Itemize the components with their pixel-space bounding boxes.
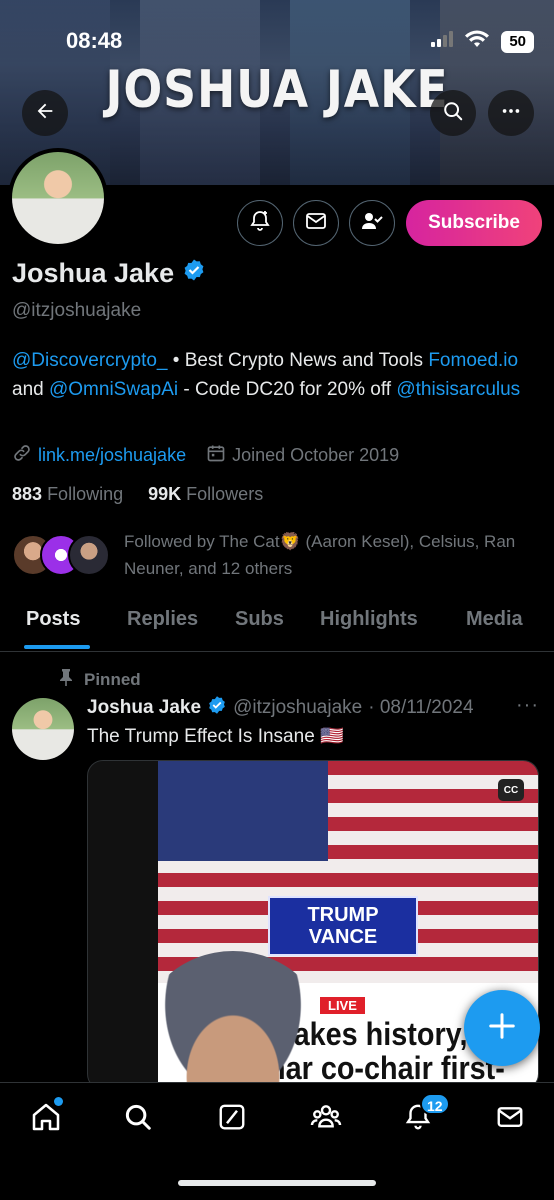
profile-avatar[interactable] — [8, 148, 108, 248]
followed-by-row[interactable]: Followed by The Cat🦁 (Aaron Kesel), Cels… — [12, 528, 524, 582]
home-icon — [30, 1101, 62, 1138]
status-bar: 08:48 50 — [0, 0, 554, 80]
live-badge: LIVE — [320, 997, 365, 1014]
joined-date: Joined October 2019 — [232, 445, 400, 465]
signal-icon — [431, 31, 454, 52]
profile-name: Joshua Jake — [12, 258, 175, 288]
post-more-button[interactable]: ··· — [516, 694, 539, 717]
nav-home[interactable] — [26, 1097, 66, 1139]
back-button[interactable] — [22, 90, 68, 136]
following-button[interactable] — [349, 200, 395, 246]
tab-replies[interactable]: Replies — [127, 608, 198, 631]
message-button[interactable] — [293, 200, 339, 246]
search-icon — [442, 100, 464, 127]
bio-mention-arculus[interactable]: @thisisarculus — [396, 379, 520, 400]
followers-label: Followers — [186, 484, 264, 504]
nav-notifications[interactable]: 12 — [398, 1093, 450, 1139]
pinned-label: Pinned — [84, 669, 141, 689]
arrow-left-icon — [34, 100, 56, 127]
closed-captions-button[interactable]: CC — [498, 779, 524, 801]
profile-handle: @itzjoshuajake — [12, 300, 142, 321]
user-check-icon — [360, 209, 384, 238]
profile-name-row: Joshua Jake — [12, 258, 206, 289]
nav-messages[interactable] — [490, 1099, 530, 1139]
podium-line-1: TRUMP — [307, 904, 379, 926]
bio-text: - Code DC20 for 20% off — [178, 379, 397, 400]
grok-icon — [217, 1102, 247, 1137]
following-stat[interactable]: 883 Following — [12, 484, 123, 504]
compose-button[interactable] — [464, 990, 540, 1066]
follow-stats: 883 Following 99K Followers — [12, 484, 263, 505]
plus-icon — [487, 1011, 517, 1046]
post-date: · 08/11/2024 — [368, 697, 474, 718]
post-text: The Trump Effect Is Insane 🇺🇸 — [87, 726, 344, 747]
wifi-icon — [465, 30, 490, 53]
podium-line-2: VANCE — [308, 926, 378, 948]
tab-highlights[interactable]: Highlights — [320, 608, 418, 631]
tab-posts[interactable]: Posts — [26, 608, 80, 631]
search-icon — [123, 1102, 153, 1137]
mail-icon — [304, 209, 328, 238]
home-indicator — [178, 1180, 376, 1186]
bio-mention-discovercrypto[interactable]: @Discovercrypto_ — [12, 350, 168, 371]
post-author-name[interactable]: Joshua Jake — [87, 697, 201, 719]
unread-dot — [54, 1097, 63, 1106]
verified-badge-icon — [207, 695, 227, 721]
bio-text: • Best Crypto News and Tools — [167, 350, 429, 371]
avatar-image — [12, 152, 104, 244]
followers-stat[interactable]: 99K Followers — [148, 484, 263, 504]
bell-plus-icon — [248, 209, 272, 238]
calendar-icon — [206, 443, 226, 468]
tab-media[interactable]: Media — [466, 608, 523, 631]
profile-website-link[interactable]: link.me/joshuajake — [38, 445, 186, 466]
post-header: Joshua Jake @itzjoshuajake · 08/11/2024 — [87, 695, 474, 721]
post-author-avatar[interactable] — [12, 698, 74, 760]
video-podium-sign: TRUMP VANCE — [268, 896, 418, 956]
follower-avatar — [68, 534, 110, 576]
active-tab-indicator — [24, 645, 90, 649]
followed-by-text: Followed by The Cat🦁 (Aaron Kesel), Cels… — [124, 532, 516, 578]
tab-subs[interactable]: Subs — [235, 608, 284, 631]
more-options-button[interactable] — [488, 90, 534, 136]
bio-text: and — [12, 379, 49, 400]
communities-icon — [310, 1101, 342, 1138]
bio-link-fomoed[interactable]: Fomoed.io — [428, 350, 518, 371]
status-icons: 50 — [431, 30, 534, 53]
profile-bio: @Discovercrypto_ • Best Crypto News and … — [12, 346, 547, 404]
pinned-indicator: Pinned — [58, 668, 141, 691]
notifications-badge: 12 — [420, 1093, 450, 1115]
profile-meta: link.me/joshuajake Joined October 2019 — [12, 443, 399, 468]
following-count: 883 — [12, 484, 43, 504]
status-time: 08:48 — [66, 28, 123, 53]
bio-mention-omniswap[interactable]: @OmniSwapAi — [49, 379, 178, 400]
verified-badge-icon[interactable] — [182, 258, 206, 289]
following-label: Following — [47, 484, 124, 504]
pin-icon — [58, 668, 74, 691]
nav-grok[interactable] — [212, 1099, 252, 1139]
nav-communities[interactable] — [306, 1099, 346, 1139]
battery-indicator: 50 — [501, 30, 534, 53]
mail-icon — [495, 1102, 525, 1137]
notifications-toggle-button[interactable] — [237, 200, 283, 246]
search-button[interactable] — [430, 90, 476, 136]
subscribe-button[interactable]: Subscribe — [406, 200, 542, 246]
profile-tabs: Posts Replies Subs Highlights Media — [0, 598, 554, 652]
link-icon — [12, 443, 32, 468]
nav-explore[interactable] — [118, 1099, 158, 1139]
followers-count: 99K — [148, 484, 182, 504]
more-horizontal-icon — [500, 100, 522, 127]
post-author-handle: @itzjoshuajake — [233, 697, 363, 718]
flag-stars-field — [158, 761, 328, 861]
